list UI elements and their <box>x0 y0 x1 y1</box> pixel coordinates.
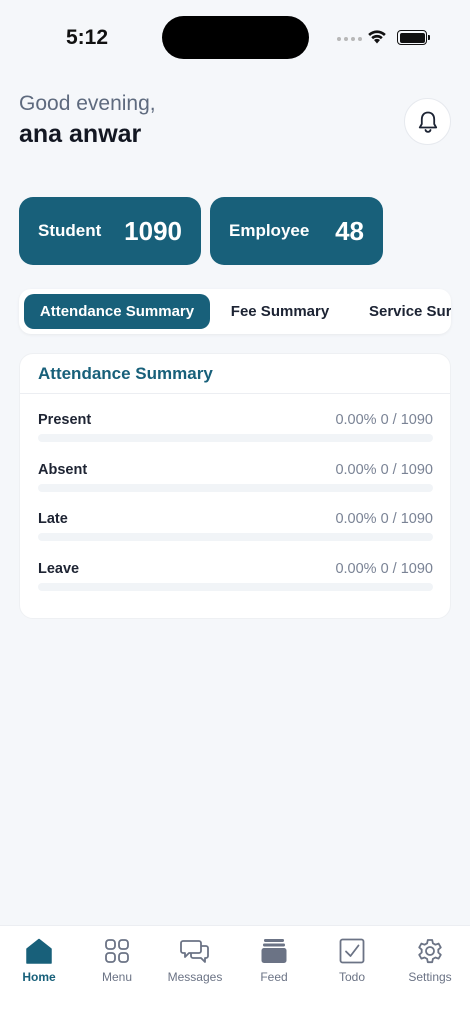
student-count-card[interactable]: Student 1090 <box>19 197 201 265</box>
progress-bar <box>38 533 433 541</box>
row-label: Leave <box>38 561 80 577</box>
progress-bar <box>38 484 433 492</box>
grid-icon <box>101 936 133 966</box>
nav-settings[interactable]: Settings <box>392 936 468 984</box>
gear-icon <box>414 936 446 966</box>
wifi-icon <box>368 30 386 44</box>
user-name: ana anwar <box>19 120 142 148</box>
feed-icon <box>258 936 290 966</box>
nav-label-home: Home <box>22 970 56 984</box>
nav-messages[interactable]: Messages <box>157 936 233 984</box>
notifications-button[interactable] <box>404 98 451 145</box>
stat-label-employee: Employee <box>229 221 310 240</box>
greeting-text: Good evening, <box>19 92 156 115</box>
nav-menu[interactable]: Menu <box>79 936 155 984</box>
summary-row-absent: Absent 0.00% 0 / 1090 <box>38 462 433 500</box>
row-label: Late <box>38 511 68 527</box>
checkbox-icon <box>336 936 368 966</box>
nav-label-messages: Messages <box>167 970 223 984</box>
nav-label-menu: Menu <box>101 970 133 984</box>
row-label: Absent <box>38 462 88 478</box>
tab-attendance-summary[interactable]: Attendance Summary <box>24 294 210 329</box>
nav-label-todo: Todo <box>338 970 366 984</box>
nav-todo[interactable]: Todo <box>314 936 390 984</box>
nav-label-feed: Feed <box>260 970 288 984</box>
employee-count-card[interactable]: Employee 48 <box>210 197 383 265</box>
progress-bar <box>38 583 433 591</box>
home-screen: 5:12 Good evening, ana anwar Student 109… <box>0 0 470 1024</box>
chat-icon <box>179 936 211 966</box>
summary-row-present: Present 0.00% 0 / 1090 <box>38 412 433 450</box>
bottom-navigation: Home Menu Messages Feed Todo Settings <box>0 925 470 1024</box>
nav-home[interactable]: Home <box>1 936 77 984</box>
cellular-signal-icon <box>337 37 362 41</box>
tab-fee-summary[interactable]: Fee Summary <box>229 294 331 329</box>
row-value: 0.00% 0 / 1090 <box>335 511 433 527</box>
dynamic-island <box>162 16 309 59</box>
summary-row-late: Late 0.00% 0 / 1090 <box>38 511 433 549</box>
attendance-summary-card: Attendance Summary Present 0.00% 0 / 109… <box>19 353 451 619</box>
divider <box>20 393 450 394</box>
home-icon <box>23 936 55 966</box>
row-value: 0.00% 0 / 1090 <box>335 462 433 478</box>
summary-title: Attendance Summary <box>38 364 213 383</box>
status-time: 5:12 <box>66 26 109 49</box>
stat-label-student: Student <box>38 221 102 240</box>
status-bar: 5:12 <box>0 0 470 76</box>
row-value: 0.00% 0 / 1090 <box>335 561 433 577</box>
nav-feed[interactable]: Feed <box>236 936 312 984</box>
row-label: Present <box>38 412 92 428</box>
stat-value-student: 1090 <box>124 215 182 246</box>
summary-tabs: Attendance Summary Fee Summary Service S… <box>19 289 451 334</box>
nav-label-settings: Settings <box>408 970 452 984</box>
bell-icon <box>418 111 437 133</box>
summary-row-leave: Leave 0.00% 0 / 1090 <box>38 561 433 599</box>
battery-icon <box>397 30 430 45</box>
tab-service-summary[interactable]: Service Sur <box>369 294 451 329</box>
stat-value-employee: 48 <box>335 215 364 246</box>
progress-bar <box>38 434 433 442</box>
row-value: 0.00% 0 / 1090 <box>335 412 433 428</box>
